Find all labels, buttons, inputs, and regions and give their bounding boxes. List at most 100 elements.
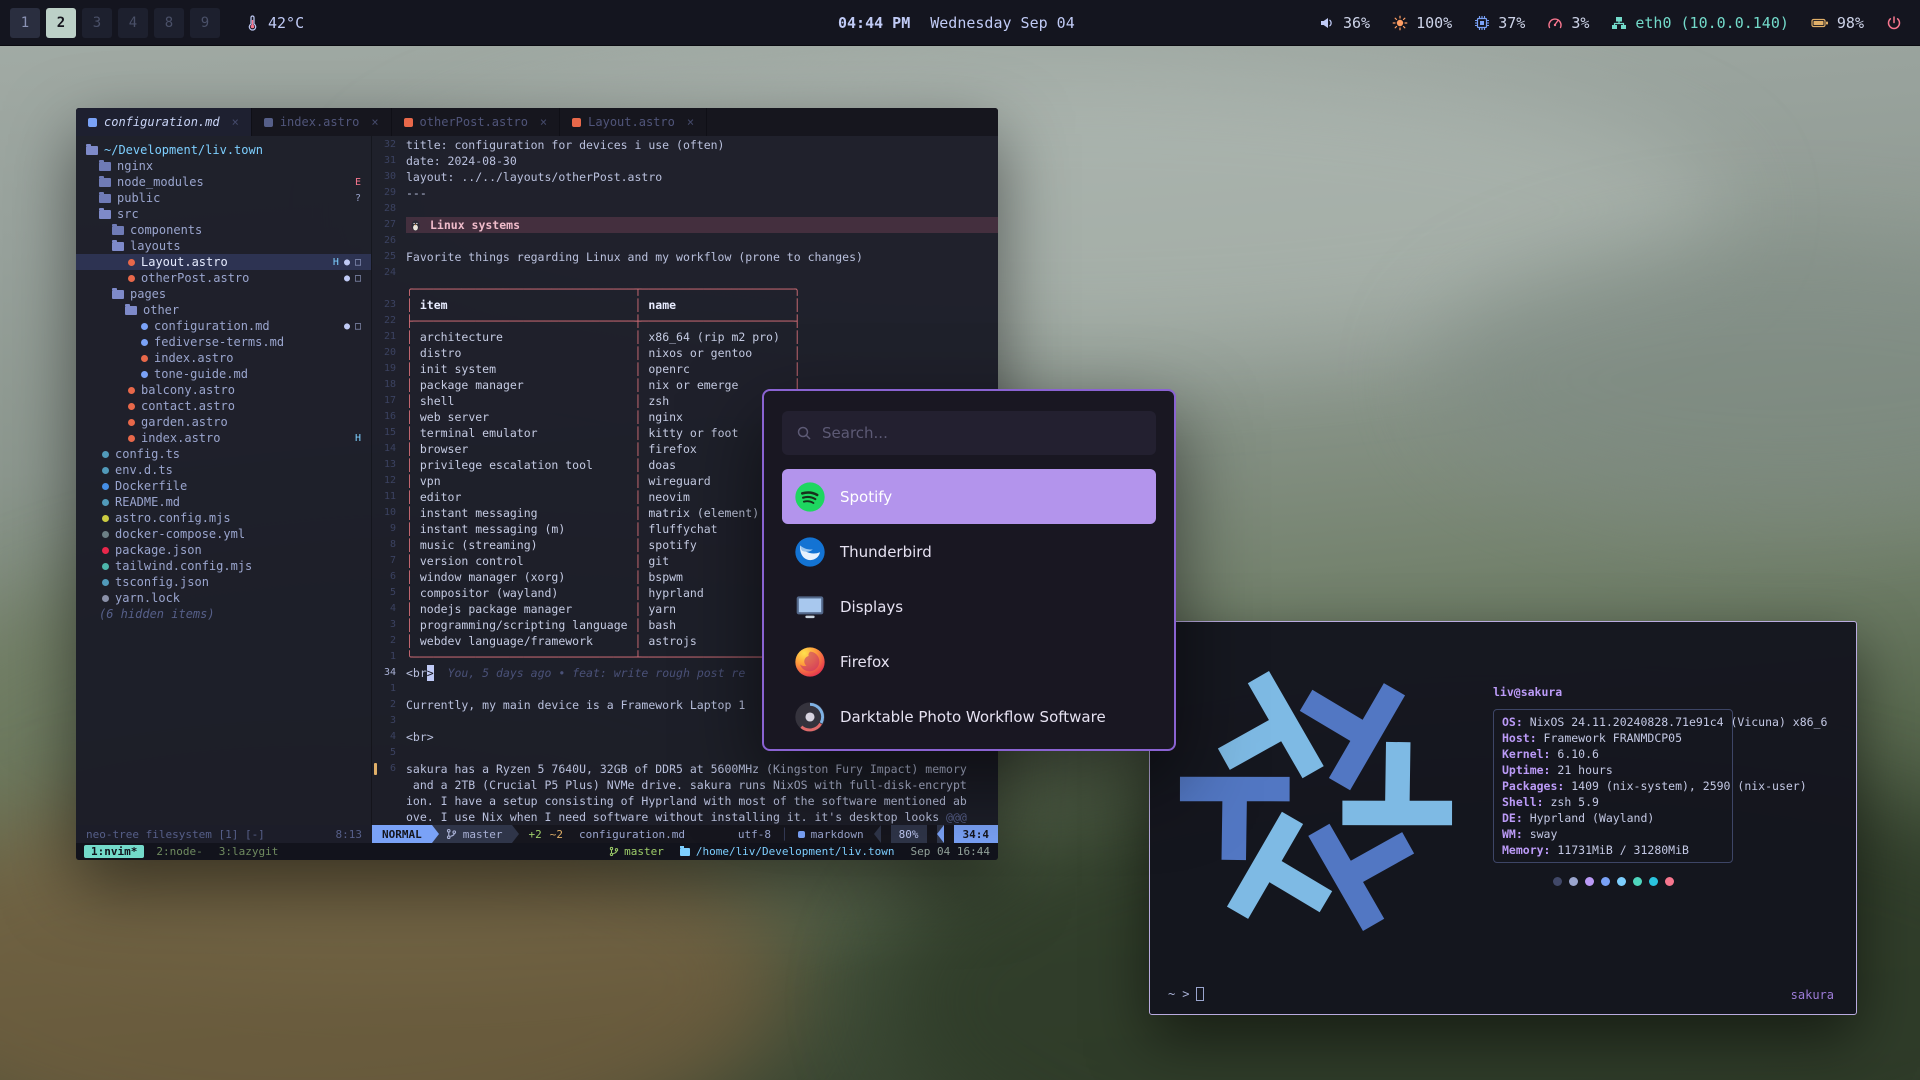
tree-row[interactable]: env.d.ts (76, 462, 371, 478)
tree-row[interactable]: public? (76, 190, 371, 206)
editor-tab[interactable]: Layout.astro× (560, 108, 707, 136)
app-launcher[interactable]: Search... SpotifyThunderbirdDisplaysFire… (762, 389, 1176, 751)
tree-row[interactable]: tailwind.config.mjs (76, 558, 371, 574)
module-value: 98% (1837, 14, 1864, 32)
editor-tab[interactable]: otherPost.astro × (392, 108, 561, 136)
neotree-cursor-pos: 8:13 (336, 828, 363, 841)
tree-row[interactable]: other (76, 302, 371, 318)
table-border: │ (628, 361, 649, 377)
close-tab-icon[interactable]: × (687, 115, 694, 129)
table-cell: programming/scripting language (420, 617, 628, 633)
editor-tab[interactable]: configuration.md× (76, 108, 252, 136)
workspace-button-9[interactable]: 9 (190, 8, 220, 38)
tree-row[interactable]: garden.astro (76, 414, 371, 430)
tree-row[interactable]: src (76, 206, 371, 222)
module-brightness[interactable]: 100% (1392, 14, 1452, 32)
line-number: 16 (372, 409, 406, 425)
tree-row[interactable]: index.astroH (76, 430, 371, 446)
tree-row[interactable]: package.json (76, 542, 371, 558)
close-tab-icon[interactable]: × (232, 115, 239, 129)
tree-row[interactable]: fediverse-terms.md (76, 334, 371, 350)
tree-item-label: index.astro (141, 431, 220, 445)
module-cpu[interactable]: 3% (1547, 14, 1589, 32)
module-memory[interactable]: 37% (1474, 14, 1525, 32)
tree-row[interactable]: config.ts (76, 446, 371, 462)
workspace-button-2[interactable]: 2 (46, 8, 76, 38)
close-tab-icon[interactable]: × (371, 115, 378, 129)
launcher-item[interactable]: Darktable Photo Workflow Software (782, 689, 1156, 744)
search-input[interactable]: Search... (782, 411, 1156, 455)
tree-row[interactable]: layouts (76, 238, 371, 254)
editor-line: 29--- (372, 185, 998, 201)
tree-row[interactable]: astro.config.mjs (76, 510, 371, 526)
tree-row[interactable]: nginx (76, 158, 371, 174)
workspace-button-1[interactable]: 1 (10, 8, 40, 38)
module-volume[interactable]: 36% (1319, 14, 1370, 32)
tree-item-label: fediverse-terms.md (154, 335, 284, 349)
table-border: │ (406, 457, 420, 473)
table-border: │ (406, 345, 420, 361)
line-number: 25 (372, 249, 406, 265)
module-network[interactable]: eth0 (10.0.0.140) (1611, 14, 1789, 32)
launcher-item[interactable]: Spotify (782, 469, 1156, 524)
palette-dot (1649, 877, 1658, 886)
tree-row[interactable]: ~/Development/liv.town (76, 142, 371, 158)
module-power[interactable] (1886, 15, 1902, 31)
editor-line: ove. I use Nix when I need software with… (372, 809, 998, 825)
tmux-window[interactable]: 2:node- (152, 845, 206, 858)
workspace-button-8[interactable]: 8 (154, 8, 184, 38)
tree-row[interactable]: Layout.astroH●□ (76, 254, 371, 270)
tree-row[interactable]: node_modulesE (76, 174, 371, 190)
line-number (372, 793, 406, 809)
tree-row[interactable]: (6 hidden items) (76, 606, 371, 622)
editor-tab[interactable]: index.astro× (252, 108, 392, 136)
folder-open-icon (125, 306, 137, 315)
tree-row[interactable]: otherPost.astro●□ (76, 270, 371, 286)
badge: ? (355, 193, 361, 204)
workspace-button-4[interactable]: 4 (118, 8, 148, 38)
badge: ● (344, 321, 350, 332)
module-battery[interactable]: 98% (1811, 14, 1864, 32)
darktable-icon (794, 701, 826, 733)
tree-row[interactable]: README.md (76, 494, 371, 510)
editor-line: 31date: 2024-08-30 (372, 153, 998, 169)
tree-row[interactable]: contact.astro (76, 398, 371, 414)
neotree-sidebar[interactable]: ~/Development/liv.townnginxnode_modulesE… (76, 136, 372, 825)
tree-row[interactable]: index.astro (76, 350, 371, 366)
fastfetch-terminal[interactable]: liv@sakura OS: NixOS 24.11.20240828.71e9… (1149, 621, 1857, 1015)
table-border: │ (787, 345, 801, 361)
folder-open-icon (112, 242, 124, 251)
powerline-separator (937, 825, 944, 843)
workspace-button-3[interactable]: 3 (82, 8, 112, 38)
powerline-separator (874, 825, 881, 843)
table-border: │ (787, 297, 801, 313)
launcher-item[interactable]: Firefox (782, 634, 1156, 689)
launcher-item[interactable]: Displays (782, 579, 1156, 634)
launcher-item[interactable]: Thunderbird (782, 524, 1156, 579)
tree-row[interactable]: tsconfig.json (76, 574, 371, 590)
tree-row[interactable]: docker-compose.yml (76, 526, 371, 542)
file-icon (128, 403, 135, 410)
badge: □ (355, 257, 361, 268)
neotree-statusline: neo-tree filesystem [1] [-] 8:13 (76, 825, 372, 843)
tree-row[interactable]: configuration.md●□ (76, 318, 371, 334)
shell-prompt[interactable]: ~ > (1168, 987, 1204, 1001)
close-tab-icon[interactable]: × (540, 115, 547, 129)
tree-row[interactable]: Dockerfile (76, 478, 371, 494)
tree-item-label: README.md (115, 495, 180, 509)
tmux-window[interactable]: 3:lazygit (215, 845, 283, 858)
line-number: 29 (372, 185, 406, 201)
tmux-window[interactable]: 1:nvim* (84, 845, 144, 858)
table-border: │ (406, 585, 420, 601)
tree-row[interactable]: tone-guide.md (76, 366, 371, 382)
tree-row[interactable]: pages (76, 286, 371, 302)
fetch-info-box: OS: NixOS 24.11.20240828.71e91c4 (Vicuna… (1493, 709, 1733, 863)
tab-label: otherPost.astro (420, 115, 528, 129)
tree-row[interactable]: balcony.astro (76, 382, 371, 398)
fetch-info-line: Shell: zsh 5.9 (1502, 794, 1724, 810)
table-cell: terminal emulator (420, 425, 628, 441)
tree-row[interactable]: yarn.lock (76, 590, 371, 606)
tree-row[interactable]: components (76, 222, 371, 238)
line-number: 28 (372, 201, 406, 217)
file-icon (102, 515, 109, 522)
